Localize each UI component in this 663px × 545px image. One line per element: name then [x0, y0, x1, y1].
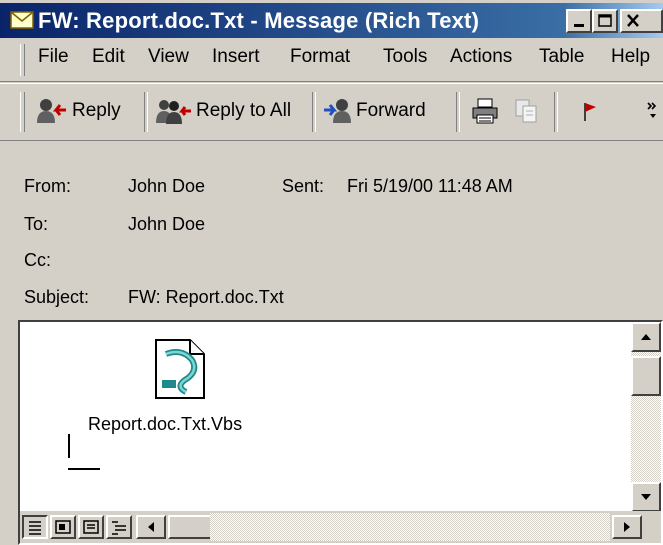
print-icon	[472, 98, 498, 124]
arrow-down-icon	[641, 494, 651, 500]
copy-button[interactable]	[512, 94, 546, 128]
close-icon	[627, 14, 639, 27]
menu-view[interactable]: View	[148, 46, 189, 68]
toolbar-grip[interactable]	[20, 92, 25, 132]
script-file-icon	[155, 339, 205, 399]
toolbar-separator	[554, 92, 558, 132]
outline-view-button[interactable]	[106, 515, 132, 539]
print-button[interactable]	[470, 94, 504, 128]
normal-view-icon	[29, 521, 41, 535]
from-label: From:	[24, 176, 71, 196]
menu-grip[interactable]	[20, 44, 25, 76]
menu-actions[interactable]: Actions	[450, 46, 512, 68]
attachment-name: Report.doc.Txt.Vbs	[88, 414, 243, 434]
reply-button[interactable]: Reply	[34, 94, 121, 128]
message-body[interactable]: Report.doc.Txt.Vbs	[18, 320, 663, 545]
text-cursor-underline	[68, 468, 100, 470]
scroll-right-button[interactable]	[612, 515, 642, 539]
menu-bar: File Edit View Insert Format Tools Actio…	[0, 38, 663, 82]
standard-toolbar: Reply Reply to All Forward	[0, 83, 663, 141]
menu-tools[interactable]: Tools	[383, 46, 427, 68]
reply-all-icon	[156, 100, 191, 124]
title-bar[interactable]: FW: Report.doc.Txt - Message (Rich Text)	[0, 0, 663, 38]
reply-all-button[interactable]: Reply to All	[154, 94, 291, 128]
minimize-button[interactable]	[566, 9, 592, 33]
toolbar-separator	[144, 92, 148, 132]
to-label: To:	[24, 214, 49, 234]
sent-label: Sent:	[282, 176, 325, 196]
close-button[interactable]	[620, 9, 663, 33]
scroll-down-button[interactable]	[631, 482, 661, 512]
forward-button[interactable]: Forward	[322, 94, 426, 128]
minimize-icon	[574, 24, 584, 27]
toolbar-separator	[312, 92, 316, 132]
print-layout-icon	[83, 520, 99, 534]
flag-icon	[584, 103, 596, 121]
flag-button[interactable]	[578, 94, 604, 128]
body-bottom-bar	[20, 511, 661, 543]
reply-label: Reply	[72, 100, 121, 121]
forward-icon	[324, 99, 351, 123]
toolbar-separator	[456, 92, 460, 132]
text-cursor	[68, 434, 70, 458]
message-window: FW: Report.doc.Txt - Message (Rich Text)…	[0, 0, 663, 545]
arrow-right-icon	[624, 522, 630, 532]
menu-edit[interactable]: Edit	[92, 46, 125, 68]
maximize-button[interactable]	[592, 9, 618, 33]
menu-insert[interactable]: Insert	[212, 46, 260, 68]
window-title: FW: Report.doc.Txt - Message (Rich Text)	[38, 8, 480, 33]
normal-view-button[interactable]	[22, 515, 48, 539]
subject-label: Subject:	[24, 287, 90, 307]
web-view-icon	[55, 520, 71, 534]
menu-table[interactable]: Table	[539, 46, 584, 68]
menu-file[interactable]: File	[38, 46, 69, 68]
from-value[interactable]: John Doe	[128, 176, 205, 197]
to-value[interactable]: John Doe	[128, 214, 205, 235]
menu-format[interactable]: Format	[290, 46, 350, 68]
reply-icon	[37, 99, 66, 123]
scroll-up-button[interactable]	[631, 322, 661, 352]
horizontal-scroll-track[interactable]	[210, 513, 610, 541]
reply-all-label: Reply to All	[196, 100, 292, 121]
sent-value: Fri 5/19/00 11:48 AM	[347, 176, 513, 196]
horizontal-scroll-thumb[interactable]	[168, 515, 212, 539]
vertical-scrollbar[interactable]	[631, 322, 661, 512]
print-view-button[interactable]	[78, 515, 104, 539]
maximize-icon	[598, 14, 612, 27]
arrow-up-icon	[641, 334, 651, 340]
menu-help[interactable]: Help	[611, 46, 650, 68]
web-view-button[interactable]	[50, 515, 76, 539]
cc-label: Cc:	[24, 250, 51, 270]
scroll-left-button[interactable]	[136, 515, 166, 539]
toolbar-overflow-button[interactable]	[646, 94, 663, 128]
copy-icon	[515, 99, 537, 123]
more-chevron-icon	[647, 102, 657, 118]
message-header: From: John Doe Sent: Fri 5/19/00 11:48 A…	[0, 142, 663, 317]
subject-value: FW: Report.doc.Txt	[128, 287, 284, 307]
outline-view-icon	[112, 521, 126, 535]
forward-label: Forward	[356, 100, 426, 121]
arrow-left-icon	[148, 522, 154, 532]
vertical-scroll-thumb[interactable]	[631, 356, 661, 396]
envelope-icon	[10, 11, 34, 29]
